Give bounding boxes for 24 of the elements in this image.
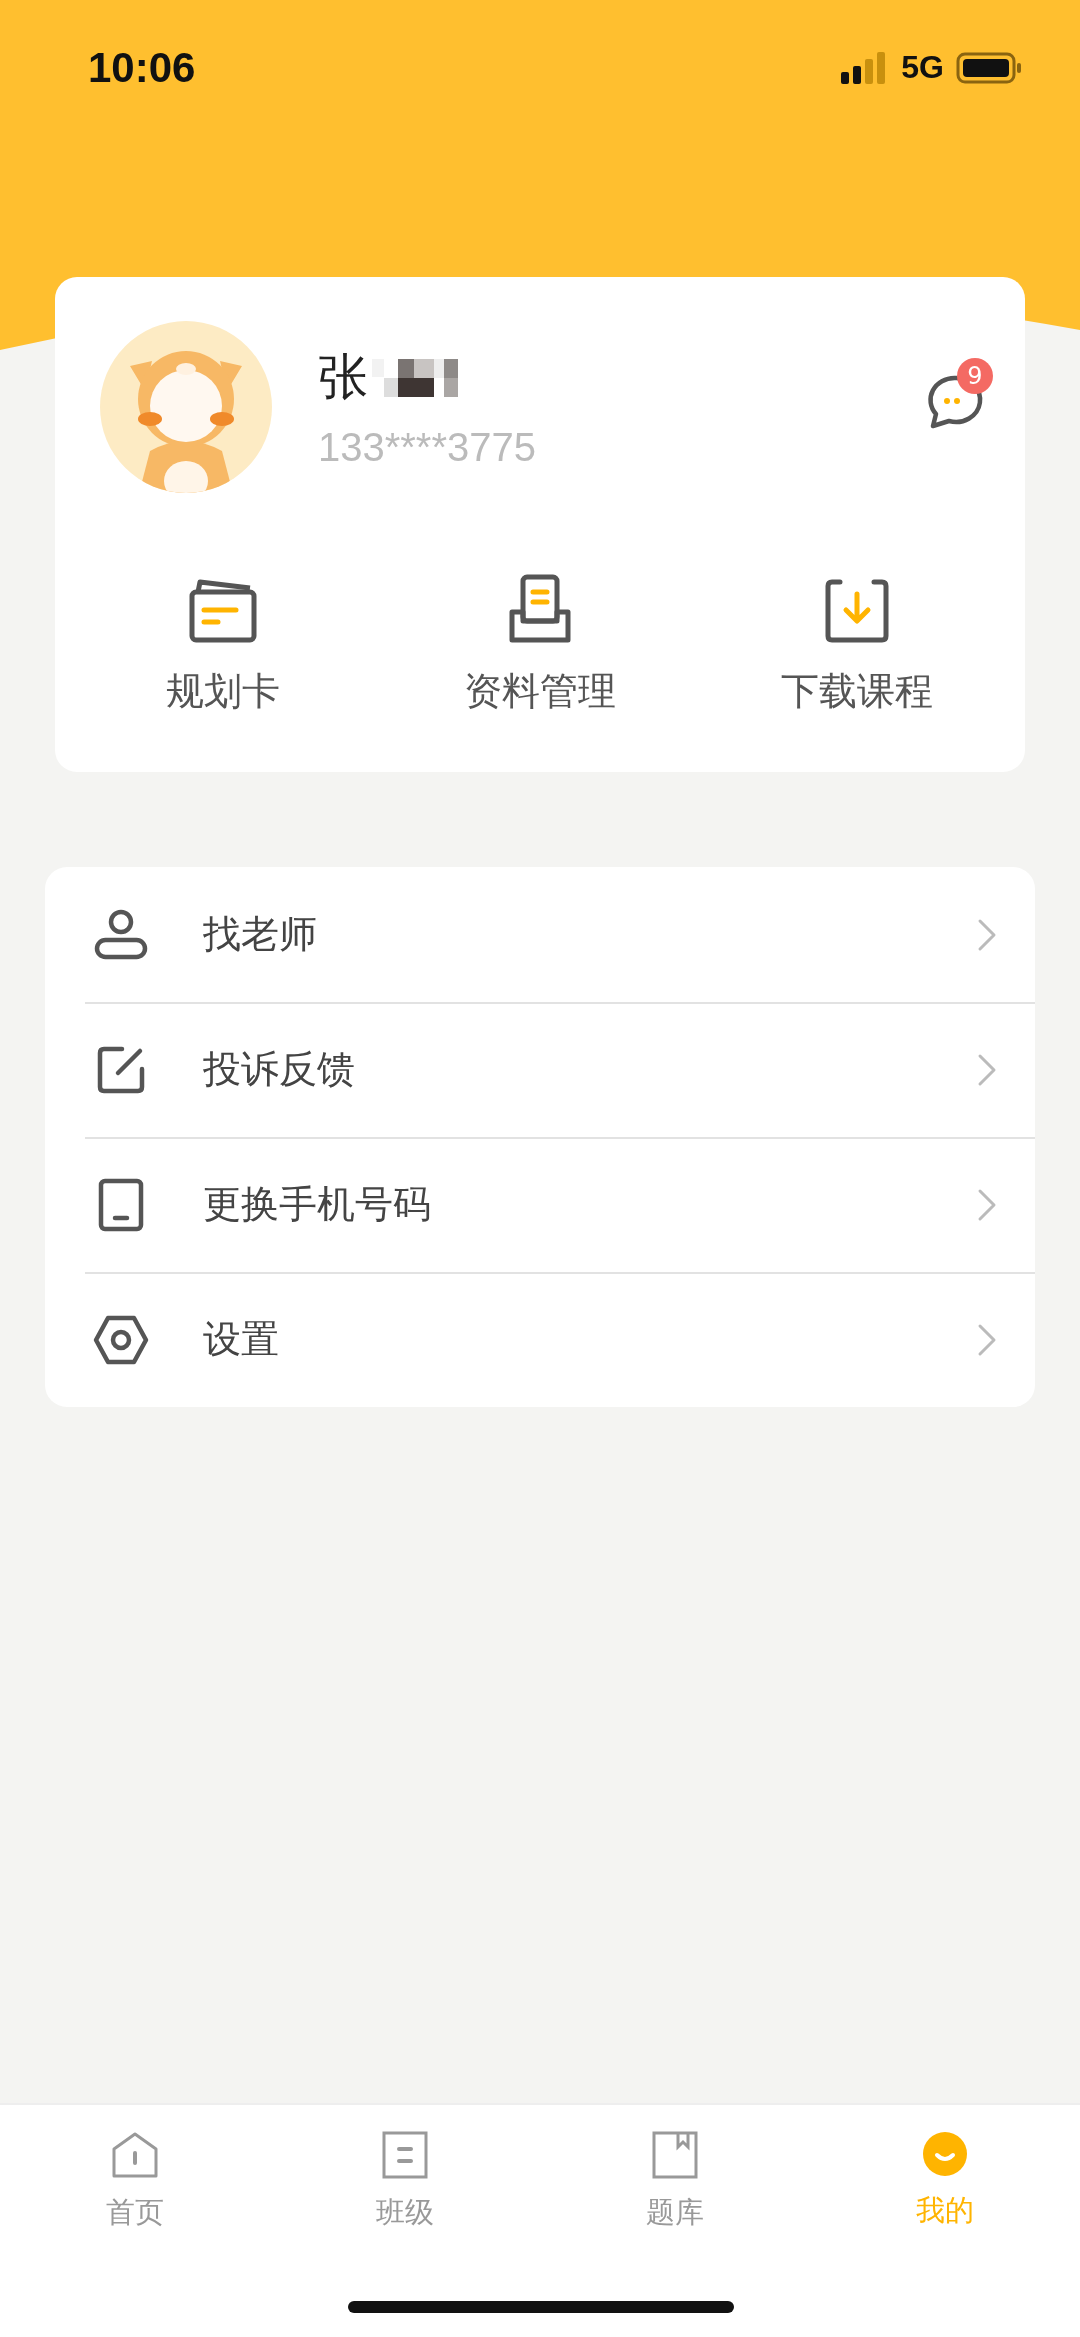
chevron-icon: [977, 1322, 997, 1357]
home-icon: [111, 2131, 159, 2179]
quick-action[interactable]: 资料管理: [381, 571, 699, 718]
user-name: 张: [318, 347, 368, 408]
class-icon: [382, 2131, 428, 2179]
phone-number: 133****3775: [318, 425, 537, 470]
network-label: 5G: [901, 49, 944, 86]
unread-badge: 9: [957, 358, 993, 394]
status-time: 10:06: [88, 43, 197, 92]
person-icon: [94, 908, 148, 961]
card-icon: [188, 578, 259, 644]
smile-icon: [922, 2131, 968, 2177]
bookmark-book-icon: [652, 2131, 698, 2179]
settings-icon: [93, 1314, 149, 1365]
quick-action[interactable]: 下载课程: [698, 571, 1015, 718]
document-tray-icon: [507, 574, 573, 644]
battery-icon: [956, 51, 1022, 84]
chevron-icon: [977, 1052, 997, 1087]
chevron-icon: [977, 1187, 997, 1222]
chevron-icon: [977, 917, 997, 952]
phone-icon: [98, 1177, 144, 1232]
edit-icon: [96, 1044, 146, 1095]
download-icon: [823, 578, 890, 644]
quick-action[interactable]: 规划卡: [65, 571, 382, 718]
